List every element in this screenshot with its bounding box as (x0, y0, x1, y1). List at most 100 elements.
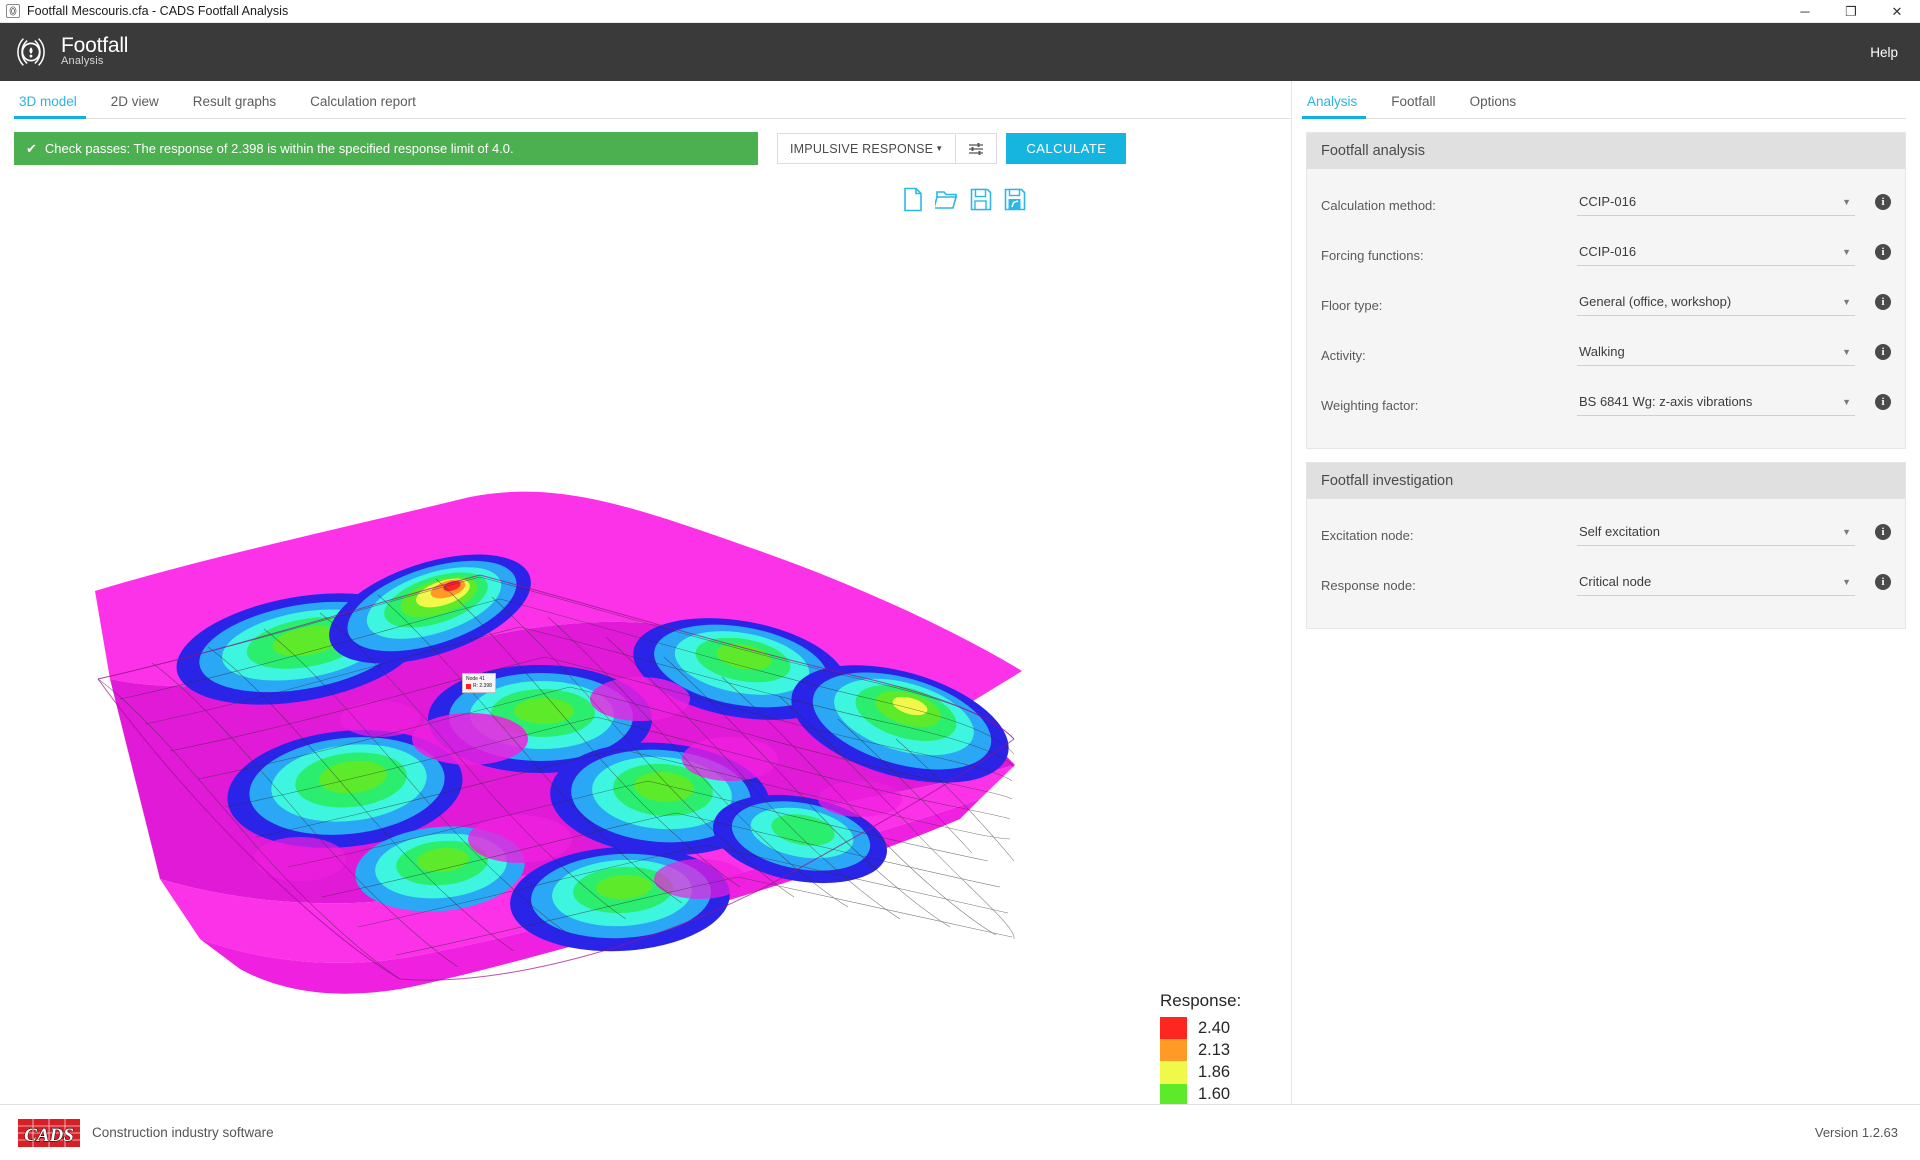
panel-title: Footfall analysis (1307, 133, 1905, 169)
tab-footfall[interactable]: Footfall (1374, 94, 1452, 119)
chevron-down-icon: ▼ (1842, 396, 1851, 407)
panel-body: Excitation node: Self excitation ▼ i Res… (1307, 499, 1905, 628)
app-logo-title: Footfall (61, 34, 129, 57)
info-icon[interactable]: i (1875, 574, 1891, 590)
field-response-node: Response node: Critical node ▼ i (1321, 560, 1891, 610)
chevron-down-icon: ▼ (1842, 196, 1851, 207)
calculate-button[interactable]: CALCULATE (1006, 133, 1127, 164)
floor-type-select[interactable]: General (office, workshop) ▼ (1577, 294, 1855, 316)
footfall-investigation-panel: Footfall investigation Excitation node: … (1306, 462, 1906, 629)
field-activity: Activity: Walking ▼ i (1321, 330, 1891, 380)
field-value: BS 6841 Wg: z-axis vibrations (1579, 394, 1753, 409)
tab-result-graphs[interactable]: Result graphs (176, 94, 293, 119)
field-forcing-functions: Forcing functions: CCIP-016 ▼ i (1321, 230, 1891, 280)
response-node-select[interactable]: Critical node ▼ (1577, 574, 1855, 596)
maximize-button[interactable]: ❐ (1828, 0, 1874, 23)
excitation-node-select[interactable]: Self excitation ▼ (1577, 524, 1855, 546)
calculation-controls: IMPULSIVE RESPONSE ▼ CALCULATE (777, 133, 1127, 164)
field-value: Critical node (1579, 574, 1652, 589)
panel-title: Footfall investigation (1307, 463, 1905, 499)
info-icon[interactable]: i (1875, 524, 1891, 540)
app-icon (6, 4, 20, 18)
app-logo: Footfall Analysis (10, 31, 128, 73)
field-label: Calculation method: (1321, 197, 1436, 213)
footfall-analysis-panel: Footfall analysis Calculation method: CC… (1306, 132, 1906, 449)
info-icon[interactable]: i (1875, 194, 1891, 210)
legend-row: 1.60 (1160, 1083, 1241, 1104)
node-tooltip-label: Node 41 (466, 676, 485, 682)
footfall-logo-icon (17, 38, 45, 66)
info-icon[interactable]: i (1875, 344, 1891, 360)
tab-2d-view[interactable]: 2D view (94, 94, 176, 119)
svg-text:CADS: CADS (24, 1125, 74, 1146)
legend-value: 2.40 (1198, 1018, 1231, 1037)
legend-title: Response: (1160, 991, 1242, 1010)
settings-sliders-button[interactable] (955, 133, 998, 164)
info-icon[interactable]: i (1875, 294, 1891, 310)
help-link[interactable]: Help (1870, 45, 1898, 60)
check-icon: ✔ (26, 141, 37, 156)
legend-swatch (1160, 1017, 1187, 1040)
chevron-down-icon: ▼ (1842, 246, 1851, 257)
activity-select[interactable]: Walking ▼ (1577, 344, 1855, 366)
left-pane: 3D model 2D view Result graphs Calculati… (0, 81, 1292, 1104)
field-label: Activity: (1321, 347, 1366, 363)
footer-version: Version 1.2.63 (1814, 1125, 1898, 1140)
field-value: Walking (1579, 344, 1625, 359)
field-value: General (office, workshop) (1579, 294, 1732, 309)
chevron-down-icon: ▼ (1842, 576, 1851, 587)
field-weighting-factor: Weighting factor: BS 6841 Wg: z-axis vib… (1321, 380, 1891, 430)
legend-value: 1.60 (1198, 1085, 1231, 1104)
app-footer: CADS Construction industry software Vers… (0, 1104, 1920, 1160)
window-controls: ─ ❐ ✕ (1782, 0, 1920, 23)
node-tooltip-value: R: 2.398 (473, 683, 492, 689)
legend-value: 1.86 (1198, 1062, 1231, 1081)
response-type-select[interactable]: IMPULSIVE RESPONSE ▼ (777, 133, 956, 164)
status-banner: ✔ Check passes: The response of 2.398 is… (14, 132, 758, 165)
info-icon[interactable]: i (1875, 244, 1891, 260)
field-value: Self excitation (1579, 524, 1660, 539)
field-label: Excitation node: (1321, 527, 1414, 543)
status-banner-text: Check passes: The response of 2.398 is w… (44, 141, 514, 156)
legend-swatch (1160, 1061, 1187, 1084)
chevron-down-icon: ▼ (935, 144, 944, 153)
window-titlebar: Footfall Mescouris.cfa - CADS Footfall A… (0, 0, 1920, 23)
tab-3d-model[interactable]: 3D model (14, 94, 94, 119)
field-floor-type: Floor type: General (office, workshop) ▼… (1321, 280, 1891, 330)
tab-calculation-report[interactable]: Calculation report (293, 94, 433, 119)
calculation-method-select[interactable]: CCIP-016 ▼ (1577, 194, 1855, 216)
window-title: Footfall Mescouris.cfa - CADS Footfall A… (27, 4, 289, 18)
footfall-response-surface[interactable] (0, 179, 1291, 1104)
legend-value: 2.13 (1198, 1040, 1231, 1059)
right-pane: Analysis Footfall Options Footfall analy… (1292, 81, 1920, 1104)
model-viewport-3d[interactable]: Node 41 R: 2.398 Response: 2.40 2.13 1.8… (0, 179, 1291, 1104)
field-label: Forcing functions: (1321, 247, 1424, 263)
right-tabbar: Analysis Footfall Options (1292, 81, 1920, 119)
sliders-icon (969, 142, 984, 155)
chevron-down-icon: ▼ (1842, 526, 1851, 537)
node-tooltip-swatch (466, 684, 471, 689)
tab-analysis[interactable]: Analysis (1302, 94, 1374, 119)
field-value: CCIP-016 (1579, 244, 1637, 259)
info-icon[interactable]: i (1875, 394, 1891, 410)
field-label: Floor type: (1321, 297, 1383, 313)
legend-row: 1.86 (1160, 1061, 1241, 1084)
field-calculation-method: Calculation method: CCIP-016 ▼ i (1321, 180, 1891, 230)
main-tabbar: 3D model 2D view Result graphs Calculati… (0, 81, 1291, 119)
app-header: Footfall Analysis Help (0, 23, 1920, 81)
footer-tagline: Construction industry software (92, 1125, 274, 1140)
tab-options[interactable]: Options (1453, 94, 1534, 119)
weighting-factor-select[interactable]: BS 6841 Wg: z-axis vibrations ▼ (1577, 394, 1855, 416)
legend-swatch (1160, 1083, 1187, 1104)
legend-row: 2.13 (1160, 1039, 1241, 1062)
chevron-down-icon: ▼ (1842, 296, 1851, 307)
response-legend: Response: 2.40 2.13 1.86 1.60 (1160, 991, 1241, 1104)
node-tooltip: Node 41 R: 2.398 (462, 673, 496, 693)
legend-row: 2.40 (1160, 1017, 1241, 1040)
forcing-functions-select[interactable]: CCIP-016 ▼ (1577, 244, 1855, 266)
field-label: Response node: (1321, 577, 1416, 593)
minimize-button[interactable]: ─ (1782, 0, 1828, 23)
close-button[interactable]: ✕ (1874, 0, 1920, 23)
field-label: Weighting factor: (1321, 397, 1419, 413)
panel-body: Calculation method: CCIP-016 ▼ i Forcing… (1307, 169, 1905, 448)
